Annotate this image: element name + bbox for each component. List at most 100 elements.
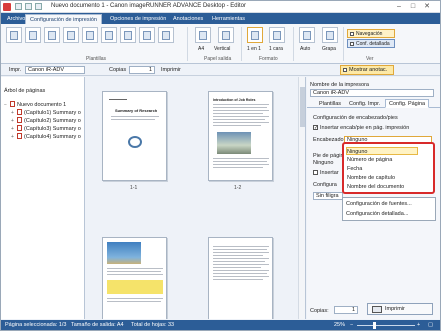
nup-icon[interactable] — [247, 27, 263, 43]
sides-icon[interactable] — [269, 27, 285, 43]
tree-item-chapter-4[interactable]: + (Capítulo4) Summary o — [11, 133, 81, 140]
tree-item-chapter-3[interactable]: + (Capítulo3) Summary o — [11, 125, 81, 132]
tree-item-document[interactable]: − Nuevo documento 1 — [4, 101, 66, 108]
page-tree-panel: Árbol de páginas − Nuevo documento 1 + (Ca… — [1, 77, 85, 319]
group-label-formato: Formato — [259, 56, 278, 62]
detailed-settings-item[interactable]: Configuración detallada... — [346, 210, 408, 218]
copies-input[interactable]: 1 — [129, 66, 155, 74]
template-button-7[interactable] — [120, 27, 136, 43]
save-icon[interactable] — [15, 3, 22, 10]
tab-config-impr[interactable]: Config. Impr. — [345, 99, 384, 108]
tree-item-chapter-1[interactable]: + (Capítulo1) Summary o — [11, 109, 81, 116]
redo-icon[interactable] — [35, 3, 42, 10]
print-button-label: Imprimir — [385, 306, 405, 312]
document-icon — [10, 101, 15, 107]
insert-blank-checkbox[interactable] — [313, 170, 318, 175]
tree-expand-icon[interactable]: + — [11, 126, 16, 133]
staple-label[interactable]: Grapa — [322, 46, 336, 52]
option-fecha[interactable]: Fecha — [347, 165, 362, 173]
tab-herramientas[interactable]: Herramientas — [208, 14, 249, 24]
option-ninguno[interactable]: Ninguno — [346, 147, 418, 155]
undo-icon[interactable] — [25, 3, 32, 10]
app-window: Nuevo documento 1 - Canon imageRUNNER AD… — [0, 0, 441, 331]
color-mode-label[interactable]: Auto — [300, 46, 310, 52]
page-thumbnail-1[interactable]: Summary of Research — [102, 91, 167, 181]
template-button-1[interactable] — [6, 27, 22, 43]
footer-label: Pie de págin — [313, 153, 344, 159]
watermark-select[interactable]: Sin filigra — [313, 192, 343, 200]
group-label-plantillas: Plantillas — [86, 56, 107, 62]
template-button-5[interactable] — [82, 27, 98, 43]
print-button[interactable]: Imprimir — [367, 303, 433, 315]
show-annotations-label: Mostrar anotac. — [349, 67, 388, 73]
printer-name-select[interactable]: Canon iR-ADV — [310, 89, 434, 97]
tab-configuracion-impresion[interactable]: Configuración de impresión — [25, 14, 102, 24]
dropdown-extra-menu: Configuración de fuentes... Configuració… — [342, 197, 436, 221]
zoom-out-icon[interactable]: − — [350, 322, 353, 328]
ribbon-separator — [241, 27, 242, 61]
page-photo — [217, 132, 251, 154]
paper-size-label[interactable]: A4 — [198, 46, 204, 52]
tab-config-pagina[interactable]: Config. Página — [385, 99, 430, 108]
tab-plantillas[interactable]: Plantillas — [315, 99, 345, 108]
zoom-slider[interactable] — [357, 325, 415, 326]
tab-opciones-impresion[interactable]: Opciones de impresión — [106, 14, 170, 24]
navigation-toggle[interactable]: Navegación — [347, 29, 395, 38]
page-thumbnail-3[interactable] — [102, 237, 167, 319]
tree-collapse-icon[interactable]: − — [4, 102, 9, 109]
tree-expand-icon[interactable]: + — [11, 110, 16, 117]
orientation-icon[interactable] — [218, 27, 234, 43]
settings-tabs: Plantillas Config. Impr. Config. Página — [307, 98, 440, 108]
scrollbar-thumb[interactable] — [300, 87, 305, 127]
color-mode-icon[interactable] — [299, 27, 315, 43]
print-toolbar-button[interactable]: Imprimir — [161, 66, 181, 74]
insert-header-checkbox[interactable]: ✓ — [313, 125, 318, 131]
font-settings-item[interactable]: Configuración de fuentes... — [346, 200, 412, 208]
tree-expand-icon[interactable]: + — [11, 134, 16, 141]
show-annotations-button[interactable]: Mostrar anotac. — [340, 65, 394, 75]
chapter-icon — [17, 125, 22, 131]
minimize-button[interactable]: – — [393, 2, 405, 11]
sides-label[interactable]: 1 cara — [269, 46, 283, 52]
page-preview-area[interactable]: Summary of Research 1-1 Introduction of … — [86, 77, 306, 319]
page-label-1: 1-1 — [130, 185, 138, 191]
staple-icon[interactable] — [322, 27, 338, 43]
title-bar: Nuevo documento 1 - Canon imageRUNNER AD… — [1, 1, 440, 13]
ribbon-separator — [343, 27, 344, 61]
header-label: Encabezado: — [313, 137, 346, 143]
option-nombre-documento[interactable]: Nombre del documento — [347, 183, 404, 191]
page-thumbnail-2[interactable]: Introduction of Job Roles — [208, 91, 273, 181]
tree-expand-icon[interactable]: + — [11, 118, 16, 125]
page-thumbnail-4[interactable] — [208, 237, 273, 319]
template-button-6[interactable] — [101, 27, 117, 43]
option-numero-pagina[interactable]: Número de página — [347, 156, 392, 164]
page-table — [107, 280, 163, 294]
paper-size-icon[interactable] — [195, 27, 211, 43]
option-nombre-capitulo[interactable]: Nombre de capítulo — [347, 174, 395, 182]
nup-label[interactable]: 1 en 1 — [247, 46, 261, 52]
printer-select[interactable]: Canon iR-ADV — [25, 66, 85, 74]
orientation-label[interactable]: Vertical — [214, 46, 230, 52]
printer-icon — [372, 306, 382, 313]
group-label-papel: Papel salida — [204, 56, 232, 62]
print-toolbar: Impr. Canon iR-ADV Copias 1 Imprimir Mos… — [1, 64, 440, 76]
template-button-3[interactable] — [44, 27, 60, 43]
detail-settings-toggle[interactable]: Conf. detallada — [347, 39, 395, 48]
template-button-4[interactable] — [63, 27, 79, 43]
tree-item-chapter-2[interactable]: + (Capítulo2) Summary o — [11, 117, 81, 124]
zoom-in-icon[interactable]: + — [417, 322, 420, 328]
zoom-slider-thumb[interactable] — [373, 322, 376, 329]
maximize-button[interactable]: □ — [407, 2, 419, 11]
insert-header-label: Insertar encab/pie en pág. impresión — [320, 125, 410, 131]
ribbon-tab-bar: Archivo Configuración de impresión Opcio… — [1, 13, 440, 24]
preview-scrollbar[interactable] — [298, 77, 305, 319]
ribbon-separator — [187, 27, 188, 61]
close-button[interactable]: ✕ — [421, 2, 433, 11]
tab-anotaciones[interactable]: Anotaciones — [169, 14, 207, 24]
template-button-8[interactable] — [139, 27, 155, 43]
panel-copies-input[interactable]: 1 — [334, 306, 358, 314]
template-button-9[interactable] — [158, 27, 174, 43]
template-button-2[interactable] — [25, 27, 41, 43]
status-total-sheets: Total de hojas: 33 — [131, 322, 175, 328]
fit-page-icon[interactable]: ▢ — [428, 322, 433, 328]
